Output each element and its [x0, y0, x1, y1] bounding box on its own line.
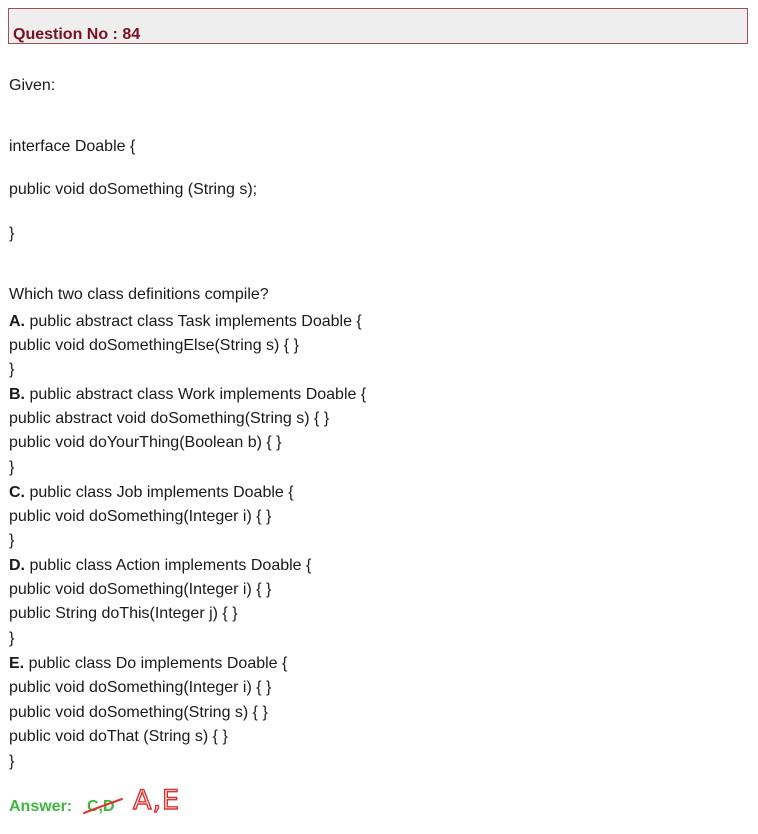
option-b-line: public void doYourThing(Boolean b) { }	[9, 434, 282, 451]
handwritten-corrected-answer: A,E	[132, 784, 181, 816]
option-c-line: }	[9, 532, 15, 549]
option-e-declaration: public class Do implements Doable {	[24, 655, 288, 672]
option-e-header: E. public class Do implements Doable {	[9, 654, 287, 674]
option-c-declaration: public class Job implements Doable {	[25, 484, 294, 501]
option-a-letter: A.	[9, 313, 25, 330]
option-b-line: public abstract void doSomething(String …	[9, 410, 330, 427]
option-b-declaration: public abstract class Work implements Do…	[25, 386, 367, 403]
option-e-line: }	[9, 753, 15, 770]
question-prompt: Which two class definitions compile?	[9, 286, 269, 303]
option-b-letter: B.	[9, 386, 25, 403]
code-line-method: public void doSomething (String s);	[9, 181, 258, 198]
option-a-header: A. public abstract class Task implements…	[9, 312, 362, 332]
option-d-declaration: public class Action implements Doable {	[25, 557, 312, 574]
option-e-line: public void doSomething(String s) { }	[9, 704, 268, 721]
option-d-header: D. public class Action implements Doable…	[9, 556, 311, 576]
option-c-header: C. public class Job implements Doable {	[9, 483, 294, 503]
option-a-line: public void doSomethingElse(String s) { …	[9, 337, 299, 354]
given-label: Given:	[9, 77, 56, 94]
option-b-line: }	[9, 459, 15, 476]
strike-through-mark	[83, 798, 123, 814]
option-d-line: public void doSomething(Integer i) { }	[9, 581, 272, 598]
option-e-letter: E.	[9, 655, 25, 672]
question-number-title: Question No : 84	[13, 26, 141, 43]
option-a-line: }	[9, 361, 15, 378]
code-line-interface: interface Doable {	[9, 138, 136, 155]
code-line-close: }	[9, 225, 15, 242]
option-c-letter: C.	[9, 484, 25, 501]
option-d-line: public String doThis(Integer j) { }	[9, 605, 238, 622]
option-b-header: B. public abstract class Work implements…	[9, 385, 366, 405]
option-d-letter: D.	[9, 557, 25, 574]
option-e-line: public void doSomething(Integer i) { }	[9, 679, 272, 696]
option-e-line: public void doThat (String s) { }	[9, 728, 228, 745]
answer-label: Answer:	[9, 798, 73, 815]
question-header: Question No : 84	[8, 8, 748, 44]
option-d-line: }	[9, 630, 15, 647]
option-c-line: public void doSomething(Integer i) { }	[9, 508, 272, 525]
option-a-declaration: public abstract class Task implements Do…	[25, 313, 362, 330]
